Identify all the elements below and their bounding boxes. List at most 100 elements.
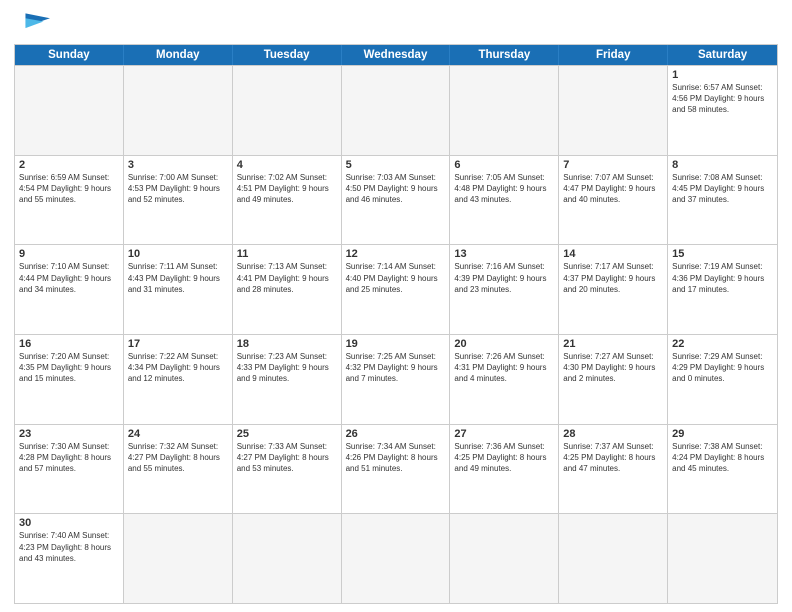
day-number: 28: [563, 428, 663, 440]
calendar-header: SundayMondayTuesdayWednesdayThursdayFrid…: [15, 45, 777, 65]
day-number: 21: [563, 338, 663, 350]
day-cell-19: 19Sunrise: 7:25 AM Sunset: 4:32 PM Dayli…: [342, 335, 451, 424]
day-cell-empty-5-2: [233, 514, 342, 603]
day-info: Sunrise: 7:29 AM Sunset: 4:29 PM Dayligh…: [672, 351, 773, 385]
day-number: 12: [346, 248, 446, 260]
day-cell-22: 22Sunrise: 7:29 AM Sunset: 4:29 PM Dayli…: [668, 335, 777, 424]
day-number: 14: [563, 248, 663, 260]
day-cell-15: 15Sunrise: 7:19 AM Sunset: 4:36 PM Dayli…: [668, 245, 777, 334]
day-cell-21: 21Sunrise: 7:27 AM Sunset: 4:30 PM Dayli…: [559, 335, 668, 424]
day-number: 16: [19, 338, 119, 350]
day-number: 17: [128, 338, 228, 350]
day-info: Sunrise: 7:20 AM Sunset: 4:35 PM Dayligh…: [19, 351, 119, 385]
day-number: 9: [19, 248, 119, 260]
calendar-row-1: 2Sunrise: 6:59 AM Sunset: 4:54 PM Daylig…: [15, 155, 777, 245]
day-cell-empty-0-2: [233, 66, 342, 155]
day-cell-7: 7Sunrise: 7:07 AM Sunset: 4:47 PM Daylig…: [559, 156, 668, 245]
logo: [14, 10, 54, 38]
day-number: 30: [19, 517, 119, 529]
day-info: Sunrise: 7:36 AM Sunset: 4:25 PM Dayligh…: [454, 441, 554, 475]
day-info: Sunrise: 7:27 AM Sunset: 4:30 PM Dayligh…: [563, 351, 663, 385]
day-cell-empty-5-1: [124, 514, 233, 603]
day-info: Sunrise: 7:30 AM Sunset: 4:28 PM Dayligh…: [19, 441, 119, 475]
day-number: 5: [346, 159, 446, 171]
calendar-row-2: 9Sunrise: 7:10 AM Sunset: 4:44 PM Daylig…: [15, 244, 777, 334]
day-number: 1: [672, 69, 773, 81]
day-info: Sunrise: 7:26 AM Sunset: 4:31 PM Dayligh…: [454, 351, 554, 385]
day-number: 13: [454, 248, 554, 260]
day-number: 22: [672, 338, 773, 350]
day-number: 10: [128, 248, 228, 260]
calendar-body: 1Sunrise: 6:57 AM Sunset: 4:56 PM Daylig…: [15, 65, 777, 603]
day-info: Sunrise: 7:22 AM Sunset: 4:34 PM Dayligh…: [128, 351, 228, 385]
day-cell-18: 18Sunrise: 7:23 AM Sunset: 4:33 PM Dayli…: [233, 335, 342, 424]
day-info: Sunrise: 7:00 AM Sunset: 4:53 PM Dayligh…: [128, 172, 228, 206]
day-cell-empty-0-5: [559, 66, 668, 155]
day-cell-16: 16Sunrise: 7:20 AM Sunset: 4:35 PM Dayli…: [15, 335, 124, 424]
day-info: Sunrise: 7:33 AM Sunset: 4:27 PM Dayligh…: [237, 441, 337, 475]
weekday-header-wednesday: Wednesday: [342, 45, 451, 65]
day-info: Sunrise: 6:57 AM Sunset: 4:56 PM Dayligh…: [672, 82, 773, 116]
day-info: Sunrise: 7:17 AM Sunset: 4:37 PM Dayligh…: [563, 261, 663, 295]
day-cell-23: 23Sunrise: 7:30 AM Sunset: 4:28 PM Dayli…: [15, 425, 124, 514]
day-info: Sunrise: 7:14 AM Sunset: 4:40 PM Dayligh…: [346, 261, 446, 295]
day-cell-5: 5Sunrise: 7:03 AM Sunset: 4:50 PM Daylig…: [342, 156, 451, 245]
day-info: Sunrise: 6:59 AM Sunset: 4:54 PM Dayligh…: [19, 172, 119, 206]
day-cell-24: 24Sunrise: 7:32 AM Sunset: 4:27 PM Dayli…: [124, 425, 233, 514]
day-cell-30: 30Sunrise: 7:40 AM Sunset: 4:23 PM Dayli…: [15, 514, 124, 603]
day-cell-11: 11Sunrise: 7:13 AM Sunset: 4:41 PM Dayli…: [233, 245, 342, 334]
day-number: 23: [19, 428, 119, 440]
header: [14, 10, 778, 38]
day-cell-6: 6Sunrise: 7:05 AM Sunset: 4:48 PM Daylig…: [450, 156, 559, 245]
weekday-header-tuesday: Tuesday: [233, 45, 342, 65]
day-info: Sunrise: 7:02 AM Sunset: 4:51 PM Dayligh…: [237, 172, 337, 206]
day-cell-9: 9Sunrise: 7:10 AM Sunset: 4:44 PM Daylig…: [15, 245, 124, 334]
day-cell-25: 25Sunrise: 7:33 AM Sunset: 4:27 PM Dayli…: [233, 425, 342, 514]
day-info: Sunrise: 7:13 AM Sunset: 4:41 PM Dayligh…: [237, 261, 337, 295]
weekday-header-sunday: Sunday: [15, 45, 124, 65]
day-cell-17: 17Sunrise: 7:22 AM Sunset: 4:34 PM Dayli…: [124, 335, 233, 424]
day-cell-8: 8Sunrise: 7:08 AM Sunset: 4:45 PM Daylig…: [668, 156, 777, 245]
day-cell-empty-5-6: [668, 514, 777, 603]
generalblue-icon: [14, 10, 50, 38]
day-info: Sunrise: 7:23 AM Sunset: 4:33 PM Dayligh…: [237, 351, 337, 385]
calendar-row-4: 23Sunrise: 7:30 AM Sunset: 4:28 PM Dayli…: [15, 424, 777, 514]
day-info: Sunrise: 7:07 AM Sunset: 4:47 PM Dayligh…: [563, 172, 663, 206]
day-number: 18: [237, 338, 337, 350]
day-cell-empty-0-4: [450, 66, 559, 155]
weekday-header-friday: Friday: [559, 45, 668, 65]
day-number: 6: [454, 159, 554, 171]
day-cell-29: 29Sunrise: 7:38 AM Sunset: 4:24 PM Dayli…: [668, 425, 777, 514]
day-number: 3: [128, 159, 228, 171]
day-number: 24: [128, 428, 228, 440]
day-number: 19: [346, 338, 446, 350]
day-number: 20: [454, 338, 554, 350]
day-cell-empty-0-0: [15, 66, 124, 155]
day-info: Sunrise: 7:05 AM Sunset: 4:48 PM Dayligh…: [454, 172, 554, 206]
day-cell-27: 27Sunrise: 7:36 AM Sunset: 4:25 PM Dayli…: [450, 425, 559, 514]
day-info: Sunrise: 7:16 AM Sunset: 4:39 PM Dayligh…: [454, 261, 554, 295]
day-info: Sunrise: 7:34 AM Sunset: 4:26 PM Dayligh…: [346, 441, 446, 475]
day-cell-4: 4Sunrise: 7:02 AM Sunset: 4:51 PM Daylig…: [233, 156, 342, 245]
day-cell-1: 1Sunrise: 6:57 AM Sunset: 4:56 PM Daylig…: [668, 66, 777, 155]
day-cell-13: 13Sunrise: 7:16 AM Sunset: 4:39 PM Dayli…: [450, 245, 559, 334]
day-info: Sunrise: 7:32 AM Sunset: 4:27 PM Dayligh…: [128, 441, 228, 475]
day-info: Sunrise: 7:37 AM Sunset: 4:25 PM Dayligh…: [563, 441, 663, 475]
day-cell-3: 3Sunrise: 7:00 AM Sunset: 4:53 PM Daylig…: [124, 156, 233, 245]
day-number: 8: [672, 159, 773, 171]
day-cell-empty-5-3: [342, 514, 451, 603]
day-number: 29: [672, 428, 773, 440]
day-cell-12: 12Sunrise: 7:14 AM Sunset: 4:40 PM Dayli…: [342, 245, 451, 334]
calendar-row-5: 30Sunrise: 7:40 AM Sunset: 4:23 PM Dayli…: [15, 513, 777, 603]
day-info: Sunrise: 7:11 AM Sunset: 4:43 PM Dayligh…: [128, 261, 228, 295]
day-cell-2: 2Sunrise: 6:59 AM Sunset: 4:54 PM Daylig…: [15, 156, 124, 245]
day-cell-10: 10Sunrise: 7:11 AM Sunset: 4:43 PM Dayli…: [124, 245, 233, 334]
day-cell-empty-0-1: [124, 66, 233, 155]
day-cell-14: 14Sunrise: 7:17 AM Sunset: 4:37 PM Dayli…: [559, 245, 668, 334]
day-number: 2: [19, 159, 119, 171]
day-info: Sunrise: 7:19 AM Sunset: 4:36 PM Dayligh…: [672, 261, 773, 295]
day-number: 27: [454, 428, 554, 440]
calendar-row-0: 1Sunrise: 6:57 AM Sunset: 4:56 PM Daylig…: [15, 65, 777, 155]
day-number: 15: [672, 248, 773, 260]
day-number: 11: [237, 248, 337, 260]
